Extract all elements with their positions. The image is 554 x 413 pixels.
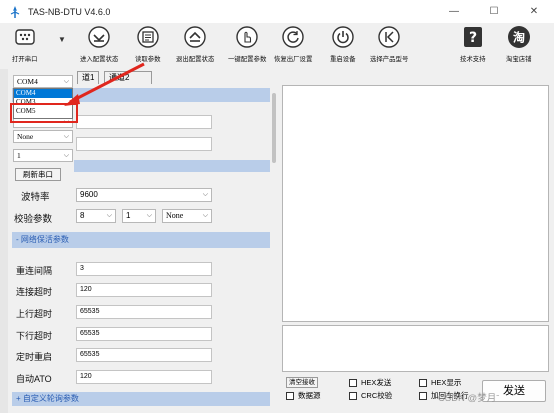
- maximize-button[interactable]: ☐: [474, 0, 514, 23]
- chevron-down-icon: ⌵: [202, 211, 208, 219]
- chevron-down-icon: ⌵: [63, 132, 69, 140]
- hex-send-checkbox[interactable]: HEX发送: [349, 377, 391, 388]
- refresh-port-button[interactable]: 刷新串口: [15, 168, 61, 181]
- hex-display-checkbox[interactable]: HEX显示: [419, 377, 461, 388]
- toolbar-label: 重启设备: [330, 56, 356, 63]
- send-input-area[interactable]: [282, 325, 549, 372]
- left-edge-strip: [0, 69, 8, 413]
- checkbox-label: HEX显示: [431, 378, 462, 387]
- svg-text:淘: 淘: [513, 30, 525, 45]
- data-source-checkbox[interactable]: 数据源: [286, 390, 321, 401]
- clear-receive-button[interactable]: 清空接收: [286, 377, 318, 388]
- toolbar-label: 淘宝店铺: [506, 56, 532, 63]
- databits-select[interactable]: 1 ⌵: [13, 149, 73, 162]
- enter-config-icon: [88, 26, 110, 48]
- open-serial-button[interactable]: 打开串口: [12, 25, 38, 63]
- checkbox-box: [349, 378, 357, 387]
- window-title: TAS-NB-DTU V4.6.0: [28, 6, 111, 17]
- parity-select[interactable]: None ⌵: [13, 130, 73, 143]
- auto-ato-label: 自动ATO: [16, 374, 52, 384]
- serial-port-icon: [15, 29, 35, 45]
- watermark-text: CSDN @梦月ˉ: [438, 393, 500, 404]
- checkbox-label: HEX发送: [361, 378, 392, 387]
- reboot-button[interactable]: 重启设备: [330, 25, 356, 63]
- check-value: None: [166, 211, 184, 220]
- port-select-value: COM4: [17, 77, 38, 86]
- checkbox-box: [349, 391, 357, 400]
- reconnect-interval-label: 重连间隔: [16, 266, 53, 276]
- minimize-button[interactable]: —: [434, 0, 474, 23]
- hand-pointer-icon: [236, 26, 258, 48]
- databits-8-select[interactable]: 8 ⌵: [76, 209, 116, 223]
- exit-config-icon: [184, 26, 206, 48]
- checkbox-label: 数据源: [298, 391, 321, 400]
- title-bar: TAS-NB-DTU V4.6.0 — ☐ ✕: [0, 0, 554, 23]
- custom-poll-section-header[interactable]: + 自定义轮询参数: [12, 392, 270, 406]
- power-icon: [332, 26, 354, 48]
- receive-area[interactable]: [282, 85, 549, 322]
- checkbox-box: [286, 391, 294, 400]
- checkbox-label: CRC校验: [361, 391, 393, 400]
- check-label: 校验参数: [14, 214, 53, 225]
- connect-timeout-field[interactable]: 120: [76, 283, 212, 297]
- section-bar: [74, 160, 270, 172]
- chevron-down-icon[interactable]: ▼: [58, 35, 66, 44]
- svg-text:?: ?: [469, 30, 477, 46]
- exit-config-button[interactable]: 退出配置状态: [176, 25, 214, 63]
- select-model-button[interactable]: 选择产品型号: [370, 25, 408, 63]
- baud-value: 9600: [80, 190, 98, 199]
- connect-timeout-label: 连接超时: [16, 287, 53, 297]
- reconnect-interval-field[interactable]: 3: [76, 262, 212, 276]
- chevron-down-icon: ⌵: [63, 151, 69, 159]
- scrollbar-thumb[interactable]: [272, 93, 276, 163]
- stopbits-1-select[interactable]: 1 ⌵: [122, 209, 156, 223]
- checkbox-box: [419, 378, 427, 387]
- select-model-icon: [378, 26, 400, 48]
- chevron-down-icon: ⌵: [146, 211, 152, 219]
- parity-none-select[interactable]: None ⌵: [162, 209, 212, 223]
- one-click-config-button[interactable]: 一键配置参数: [228, 25, 266, 63]
- toolbar-label: 恢复出厂设置: [274, 56, 313, 63]
- uplink-timeout-label: 上行超时: [16, 309, 53, 319]
- serial-param-field-2[interactable]: [76, 137, 212, 151]
- config-scrollbar[interactable]: [271, 87, 277, 413]
- taobao-store-button[interactable]: 淘 淘宝店铺: [506, 25, 532, 63]
- toolbar-label: 技术支持: [460, 56, 486, 63]
- app-logo-icon: [10, 5, 20, 18]
- restore-factory-icon: [282, 26, 304, 48]
- baud-label: 波特率: [21, 192, 50, 203]
- taobao-icon: 淘: [507, 26, 530, 48]
- chevron-down-icon: ⌵: [202, 190, 208, 198]
- chevron-down-icon: ⌵: [106, 211, 112, 219]
- checkbox-box: [419, 391, 427, 400]
- enter-config-button[interactable]: 进入配置状态: [80, 25, 118, 63]
- network-section-header[interactable]: - 网络保活参数: [12, 232, 270, 248]
- help-icon: ?: [463, 27, 482, 47]
- toolbar-label: 选择产品型号: [370, 56, 409, 63]
- tech-support-button[interactable]: ? 技术支持: [460, 25, 486, 63]
- scheduled-restart-field[interactable]: 65535: [76, 348, 212, 362]
- read-params-button[interactable]: 读取参数: [135, 25, 161, 63]
- baud-select[interactable]: 9600 ⌵: [76, 188, 212, 202]
- databits-value: 1: [17, 151, 21, 160]
- check-value: 8: [80, 211, 85, 220]
- toolbar-label: 退出配置状态: [176, 56, 215, 63]
- downlink-timeout-field[interactable]: 65535: [76, 327, 212, 341]
- close-button[interactable]: ✕: [514, 0, 554, 23]
- crc-check-checkbox[interactable]: CRC校验: [349, 390, 392, 401]
- scheduled-restart-label: 定时重启: [16, 352, 53, 362]
- factory-reset-button[interactable]: 恢复出厂设置: [274, 25, 312, 63]
- toolbar-label: 一键配置参数: [228, 56, 267, 63]
- check-value: 1: [126, 211, 131, 220]
- toolbar-label: 打开串口: [12, 56, 38, 63]
- downlink-timeout-label: 下行超时: [16, 331, 53, 341]
- parity-value: None: [17, 132, 34, 141]
- auto-ato-field[interactable]: 120: [76, 370, 212, 384]
- read-params-icon: [137, 26, 159, 48]
- uplink-timeout-field[interactable]: 65535: [76, 305, 212, 319]
- serial-param-field[interactable]: [76, 115, 212, 129]
- annotation-arrow: [64, 62, 145, 106]
